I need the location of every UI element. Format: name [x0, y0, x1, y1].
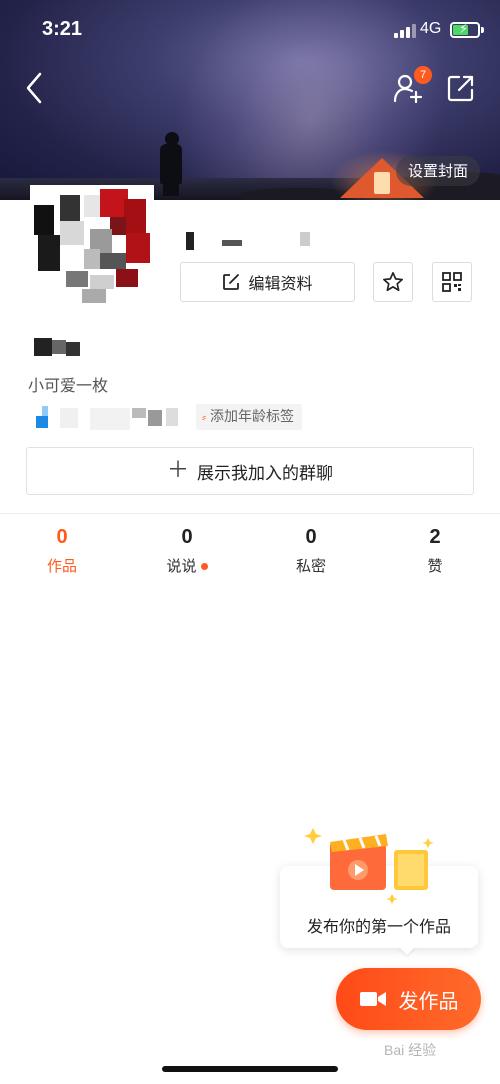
- share-button[interactable]: [446, 73, 476, 103]
- tab-label: 赞: [427, 557, 443, 575]
- tab-count: 0: [56, 526, 68, 548]
- add-age-tag-button[interactable]: ⸗ 添加年龄标签: [196, 404, 302, 430]
- group-chat-label: 展示我加入的群聊: [197, 463, 333, 484]
- star-icon: [383, 272, 403, 292]
- charging-icon: ⚡: [459, 22, 469, 37]
- tab-label: 说说: [166, 557, 197, 575]
- network-label: 4G: [420, 20, 442, 37]
- person-silhouette: [160, 144, 182, 184]
- chevron-left-icon: [26, 72, 42, 104]
- set-cover-button[interactable]: 设置封面: [396, 156, 481, 186]
- profile-bio: 小可爱一枚: [28, 376, 109, 395]
- divider: [0, 513, 500, 514]
- signal-icon: [394, 24, 416, 38]
- person-silhouette: [163, 180, 179, 196]
- age-tag-label: 添加年龄标签: [210, 409, 294, 425]
- avatar[interactable]: [30, 185, 154, 309]
- video-camera-icon: [359, 992, 386, 1006]
- tab-count: 2: [429, 526, 441, 548]
- battery-cap: [481, 27, 484, 33]
- tent-door: [374, 172, 390, 194]
- show-group-chats-button[interactable]: ＋ 展示我加入的群聊: [26, 447, 474, 495]
- tab-private[interactable]: 0 私密: [261, 526, 361, 576]
- profile-tabs: 0 作品 0 说说 0 私密 2 赞: [0, 526, 500, 586]
- tab-posts[interactable]: 0 说说: [137, 526, 237, 576]
- tooltip-arrow: [398, 946, 416, 955]
- tab-label: 作品: [46, 557, 77, 575]
- share-icon: [447, 75, 474, 102]
- tags-redacted: [32, 404, 192, 430]
- tag-icon: ⸗: [202, 410, 206, 424]
- status-bar: 3:21 4G ⚡: [0, 0, 500, 60]
- friend-request-badge: 7: [414, 66, 432, 84]
- edit-icon: [223, 274, 240, 290]
- tab-works[interactable]: 0 作品: [12, 526, 112, 576]
- unread-dot: [200, 563, 208, 570]
- qr-code-icon: [442, 272, 462, 292]
- tab-count: 0: [181, 526, 193, 548]
- status-time: 3:21: [42, 18, 83, 40]
- clapperboard-icon: [304, 828, 434, 904]
- tab-label: 私密: [295, 557, 326, 575]
- tab-label-wrap: 说说: [137, 555, 237, 576]
- publish-button[interactable]: 发作品: [336, 968, 481, 1030]
- edit-profile-label: 编辑资料: [248, 274, 313, 293]
- publish-button-label: 发作品: [398, 988, 459, 1013]
- home-indicator[interactable]: [162, 1066, 338, 1072]
- back-button[interactable]: [20, 70, 50, 106]
- nickname-redacted: [34, 338, 82, 356]
- qr-code-button[interactable]: [432, 262, 472, 302]
- tab-count: 0: [305, 526, 317, 548]
- favorite-button[interactable]: [373, 262, 413, 302]
- tab-likes[interactable]: 2 赞: [385, 526, 485, 576]
- username-redacted: [180, 230, 330, 250]
- edit-profile-button[interactable]: 编辑资料: [180, 262, 355, 302]
- watermark: Bai 经验: [384, 1042, 437, 1058]
- publish-tooltip-text: 发布你的第一个作品: [306, 917, 451, 936]
- plus-icon: ＋: [166, 458, 189, 483]
